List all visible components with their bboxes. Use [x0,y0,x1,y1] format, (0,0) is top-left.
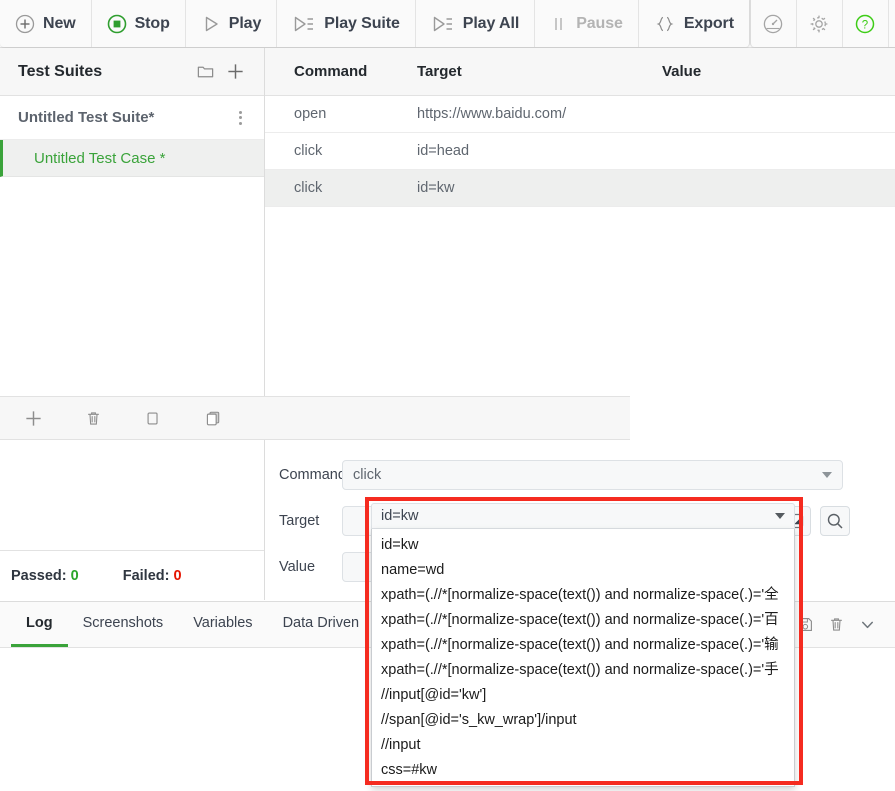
collapse-icon[interactable] [852,602,883,647]
play-suite-button[interactable]: Play Suite [277,0,416,47]
row-target: id=head [417,143,470,159]
tab-log[interactable]: Log [11,602,68,647]
test-case-name: Untitled Test Case * [34,149,166,167]
table-row-selected[interactable]: click id=kw [265,170,895,207]
play-button-label: Play [228,14,262,32]
plus-circle-icon [15,14,35,34]
command-select[interactable]: click [342,460,843,490]
main-toolbar: New Stop Play Play Suite Play All Pause … [0,0,895,48]
test-table-header: Command Target Value [265,48,895,96]
play-triangle-icon [201,14,221,34]
tab-log-label: Log [26,615,53,631]
play-suite-button-label: Play Suite [324,14,400,32]
dropdown-option[interactable]: xpath=(.//*[normalize-space(text()) and … [372,608,794,633]
target-dropdown-value: id=kw [381,508,419,524]
row-command: click [294,180,323,196]
new-folder-icon[interactable] [190,57,220,87]
tab-screenshots-label: Screenshots [82,615,164,631]
new-button[interactable]: New [0,0,92,47]
add-icon[interactable] [220,57,250,87]
stop-button-label: Stop [134,14,170,32]
dropdown-option[interactable]: xpath=(.//*[normalize-space(text()) and … [372,633,794,658]
column-header-value: Value [662,63,702,80]
target-dropdown[interactable]: id=kw id=kw name=wd xpath=(.//*[normaliz… [371,503,795,787]
row-target: id=kw [417,180,455,196]
tab-variables[interactable]: Variables [178,602,267,647]
value-label: Value [279,559,316,575]
dropdown-option[interactable]: name=wd [372,558,794,583]
test-table-body: open https://www.baidu.com/ click id=hea… [265,96,895,396]
target-label: Target [279,513,320,529]
command-value: click [353,467,382,483]
tab-data-driven-label: Data Driven [282,615,360,631]
pause-icon [550,14,568,34]
pause-button[interactable]: Pause [535,0,639,47]
export-button-label: Export [683,14,734,32]
svg-text:?: ? [862,19,868,31]
tab-data-driven[interactable]: Data Driven [268,602,375,647]
row-command: open [294,106,327,122]
dropdown-option[interactable]: //input[@id='kw'] [372,683,794,708]
braces-icon [654,14,676,34]
sidebar-item-test-case[interactable]: Untitled Test Case * [0,140,264,177]
toolbar-right-group: ? [749,0,895,47]
dropdown-option[interactable]: xpath=(.//*[normalize-space(text()) and … [372,583,794,608]
add-command-icon[interactable] [19,404,47,432]
row-action-bar [0,396,630,440]
play-all-button-label: Play All [462,14,520,32]
play-list-icon [292,14,316,34]
command-label: Command [279,467,346,483]
command-field-row: Command click [265,452,895,498]
play-all-button[interactable]: Play All [416,0,536,47]
find-element-icon[interactable] [820,506,850,536]
run-status-bar: Passed: 0 Failed: 0 [0,550,264,600]
paste-command-icon[interactable] [199,404,227,432]
column-header-target: Target [417,63,462,80]
dropdown-option[interactable]: //span[@id='s_kw_wrap']/input [372,708,794,733]
column-header-command: Command [294,63,368,80]
dropdown-option[interactable]: id=kw [372,533,794,558]
passed-count: 0 [70,567,79,584]
help-circle-icon[interactable]: ? [843,0,889,47]
table-row[interactable]: open https://www.baidu.com/ [265,96,895,133]
chevron-down-icon [775,513,785,519]
gear-icon[interactable] [797,0,843,47]
failed-status: Failed: 0 [123,568,182,584]
speedometer-icon[interactable] [751,0,797,47]
tab-variables-label: Variables [193,615,253,631]
table-row[interactable]: click id=head [265,133,895,170]
stop-circle-icon [107,14,127,34]
play-button[interactable]: Play [186,0,278,47]
test-suites-sidebar: Test Suites Untitled Test Suite* Untitle… [0,48,265,600]
target-dropdown-list: id=kw name=wd xpath=(.//*[normalize-spac… [371,529,795,787]
dropdown-option[interactable]: xpath=(.//*[normalize-space(text()) and … [372,658,794,683]
copy-command-icon[interactable] [139,404,167,432]
passed-label: Passed: [11,567,67,584]
play-list-icon [431,14,455,34]
failed-count: 0 [173,567,182,584]
row-target: https://www.baidu.com/ [417,106,567,122]
export-button[interactable]: Export [639,0,749,47]
pause-button-label: Pause [576,14,623,32]
failed-label: Failed: [122,567,170,584]
kebab-menu-icon[interactable] [232,110,248,125]
sidebar-header: Test Suites [0,48,264,96]
delete-command-icon[interactable] [79,404,107,432]
target-dropdown-display[interactable]: id=kw [371,503,795,529]
new-button-label: New [43,14,76,32]
clear-log-icon[interactable] [821,602,852,647]
chevron-down-icon [822,472,832,478]
sidebar-title: Test Suites [18,62,103,80]
test-suite-name: Untitled Test Suite* [18,109,155,126]
stop-button[interactable]: Stop [92,0,186,47]
dropdown-option[interactable]: //input [372,733,794,758]
tab-screenshots[interactable]: Screenshots [68,602,179,647]
toolbar-button-group: New Stop Play Play Suite Play All Pause … [0,0,750,47]
github-icon[interactable] [889,0,895,47]
test-suite-item[interactable]: Untitled Test Suite* [0,96,264,140]
passed-status: Passed: 0 [11,568,79,584]
dropdown-option[interactable]: css=#kw [372,758,794,783]
row-command: click [294,143,323,159]
